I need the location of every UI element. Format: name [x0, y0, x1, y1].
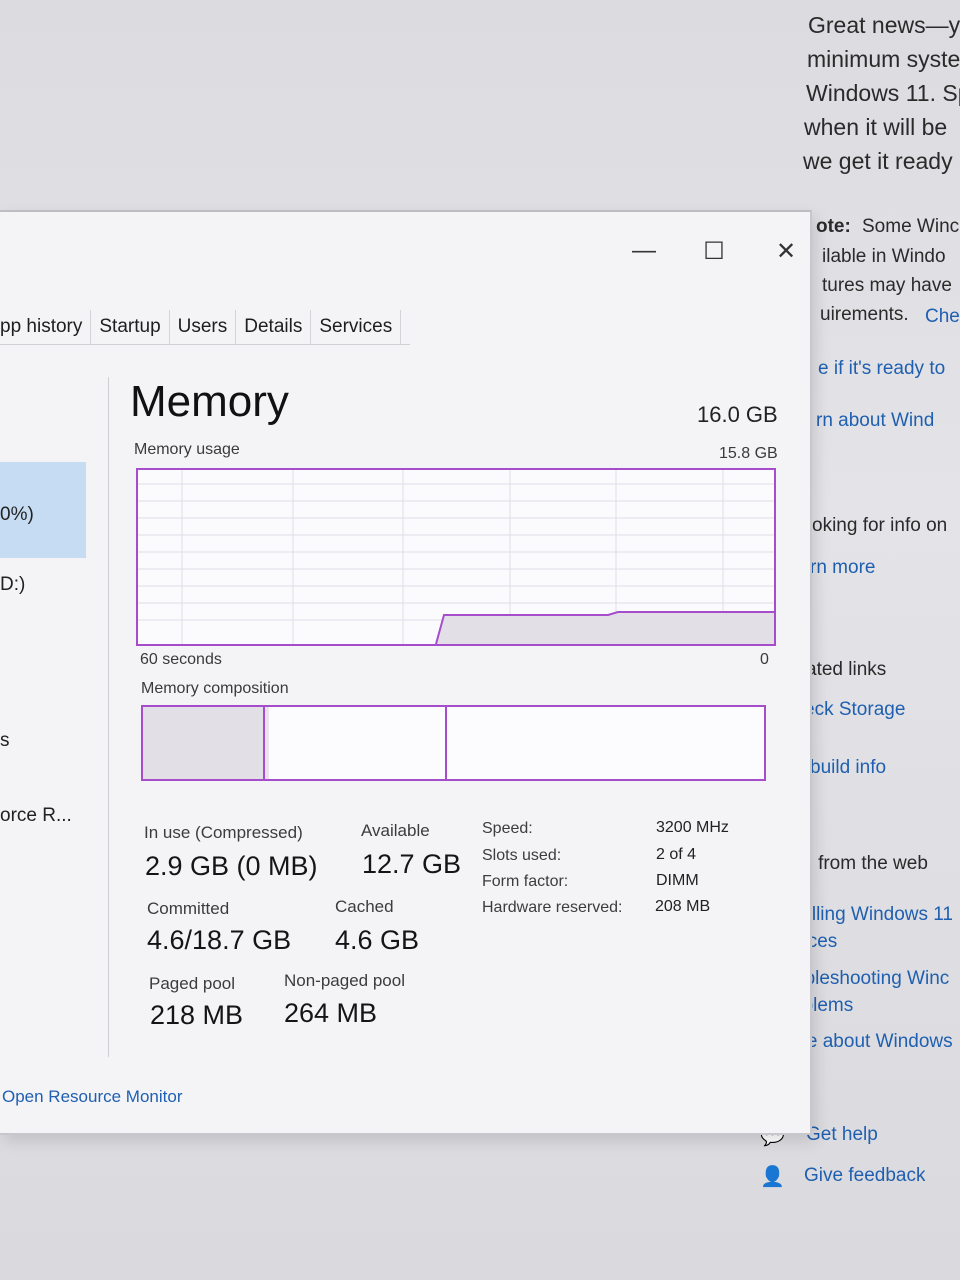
learn-more-link[interactable]: rn more — [810, 557, 875, 579]
more-about-link[interactable]: ore about Windows — [790, 1031, 953, 1053]
tab-details[interactable]: Details — [236, 310, 312, 344]
give-feedback-link[interactable]: Give feedback — [804, 1165, 925, 1187]
cached-label: Cached — [335, 897, 394, 916]
tab-underline — [0, 344, 410, 345]
page-title: Memory — [130, 377, 289, 426]
cached-value: 4.6 GB — [335, 925, 420, 955]
tab-users[interactable]: Users — [170, 310, 237, 344]
in-use-value: 2.9 GB (0 MB) — [145, 851, 318, 881]
paged-pool-label: Paged pool — [149, 974, 236, 993]
minimize-button[interactable]: — — [624, 234, 664, 268]
intro-line-1: Great news—y — [808, 12, 960, 38]
sidebar-item-gpu[interactable]: s — [0, 730, 10, 752]
hardware-reserved-label: Hardware reserved: — [482, 899, 623, 916]
intro-line-4: when it will be — [804, 114, 948, 140]
note-check-link[interactable]: Che — [925, 306, 960, 328]
nonpaged-pool-label: Non-paged pool — [284, 971, 405, 990]
sidebar-item-memory-label: 0%) — [0, 504, 34, 525]
note-prefix: ote: — [816, 216, 851, 237]
nonpaged-pool-value: 264 MB — [284, 998, 378, 1028]
tab-startup[interactable]: Startup — [91, 310, 170, 344]
composition-modified — [263, 707, 269, 779]
slots-value: 2 of 4 — [656, 846, 697, 863]
close-button[interactable]: ✕ — [766, 234, 806, 268]
form-factor-label: Form factor: — [482, 873, 569, 890]
time-axis-label: 60 seconds — [140, 651, 222, 668]
memory-usage-svg — [138, 470, 774, 644]
form-factor-value: DIMM — [656, 872, 699, 889]
task-manager-window: — ☐ ✕ pp history Startup Users Details S… — [0, 210, 812, 1135]
tab-app-history[interactable]: pp history — [0, 310, 92, 344]
help-web-heading: lp from the web — [798, 853, 928, 874]
learn-about-link[interactable]: rn about Wind — [816, 410, 934, 432]
intro-line-5: we get it ready — [803, 148, 953, 174]
performance-sidebar: 0%) D:) s orce R... — [0, 362, 88, 1062]
hardware-reserved-value: 208 MB — [655, 898, 711, 915]
get-help-link[interactable]: Get help — [806, 1124, 878, 1146]
note-text: Some Winc — [862, 216, 960, 237]
memory-usage-max: 15.8 GB — [719, 445, 778, 462]
paged-pool-value: 218 MB — [150, 1000, 244, 1030]
available-value: 12.7 GB — [362, 849, 462, 879]
time-axis-zero: 0 — [760, 651, 769, 668]
looking-info-text: oking for info on — [812, 515, 948, 536]
available-label: Available — [361, 821, 430, 840]
troubleshooting-link[interactable]: ubleshooting Winc — [794, 968, 949, 990]
in-use-label: In use (Compressed) — [144, 823, 303, 842]
check-storage-link[interactable]: eck Storage — [804, 699, 905, 721]
intro-line-3: Windows 11. Sp — [806, 80, 960, 106]
note-line-1: ilable in Windo — [822, 246, 946, 267]
composition-standby-divider — [445, 707, 447, 779]
note-line-3: uirements. — [820, 304, 909, 325]
sidebar-item-force[interactable]: orce R... — [0, 805, 72, 827]
speed-label: Speed: — [482, 820, 533, 837]
slots-label: Slots used: — [482, 847, 562, 864]
tab-bar: pp history Startup Users Details Service… — [0, 310, 402, 344]
note-line-2: tures may have — [822, 275, 952, 296]
sidebar-item-disk[interactable]: D:) — [0, 574, 25, 596]
feedback-icon: 👤 — [760, 1166, 785, 1188]
memory-total: 16.0 GB — [697, 402, 778, 427]
sidebar-divider — [108, 377, 109, 1057]
speed-value: 3200 MHz — [656, 819, 729, 836]
committed-label: Committed — [147, 899, 230, 918]
open-resource-monitor-link[interactable]: Open Resource Monitor — [2, 1087, 182, 1107]
related-links-heading: ated links — [806, 659, 887, 680]
maximize-button[interactable]: ☐ — [694, 234, 734, 268]
memory-usage-graph — [136, 468, 776, 646]
intro-line-2: minimum syste — [807, 46, 960, 72]
memory-composition-label: Memory composition — [141, 680, 289, 697]
check-ready-link[interactable]: e if it's ready to — [818, 358, 945, 380]
memory-usage-label: Memory usage — [134, 441, 240, 458]
tab-services[interactable]: Services — [311, 310, 402, 344]
memory-usage-area — [436, 612, 774, 644]
memory-composition-bar — [141, 705, 766, 781]
installing-link[interactable]: talling Windows 11 — [796, 904, 953, 926]
committed-value: 4.6/18.7 GB — [147, 925, 292, 955]
build-info-link[interactable]: build info — [810, 757, 886, 779]
composition-in-use — [143, 707, 263, 779]
